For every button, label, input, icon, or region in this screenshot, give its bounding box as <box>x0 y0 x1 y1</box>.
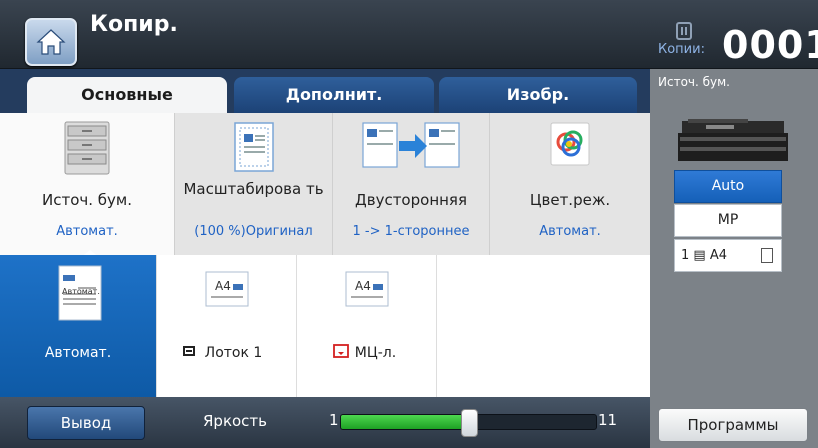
output-button[interactable]: Вывод <box>27 406 145 440</box>
option-value: Автомат. <box>539 224 601 239</box>
duplex-icon <box>362 122 460 168</box>
tray-1[interactable]: 1 ▤ A4 <box>674 239 782 272</box>
option-color-mode[interactable]: Цвет.реж. Автомат. <box>489 113 650 255</box>
option-value: 1 -> 1-стороннее <box>352 224 470 239</box>
brightness-max: 11 <box>598 411 618 429</box>
paper-size: A4 <box>215 279 231 293</box>
tray-mp[interactable]: MP <box>674 204 782 237</box>
copy-screen: Копир. Копии: 0001 Основные Дополнит. Из… <box>0 0 818 448</box>
color-wheel-icon <box>550 122 590 166</box>
panel-label: Источ. бум. <box>658 75 730 89</box>
paper-source-label: Лоток 1 <box>204 345 263 361</box>
option-paper-source[interactable]: Источ. бум. Автомат. <box>0 113 174 255</box>
option-label: Двусторонняя <box>355 191 467 209</box>
copies-count[interactable]: 0001 <box>722 23 818 67</box>
option-label: Цвет.реж. <box>529 191 611 209</box>
programs-button[interactable]: Программы <box>658 408 808 442</box>
option-scaling[interactable]: Масштабирова ть (100 %)Оригинал <box>174 113 332 255</box>
paper-size: A4 <box>355 279 371 293</box>
paper-source-panel: Источ. бум. Auto MP 1 ▤ A4 Программы <box>650 69 818 448</box>
paper-orientation-icon <box>761 248 773 263</box>
paper-source-label: Автомат. <box>44 345 112 361</box>
home-button[interactable] <box>25 18 77 66</box>
page-title: Копир. <box>90 12 178 37</box>
tray-1-label: 1 ▤ A4 <box>681 248 727 263</box>
option-value: Автомат. <box>56 224 118 239</box>
paper-source-tray1[interactable]: A4 Лоток 1 <box>156 255 296 397</box>
header-bar: Копир. Копии: 0001 <box>0 0 818 69</box>
home-icon <box>36 29 66 55</box>
brightness-slider[interactable] <box>340 409 597 437</box>
brightness-fill <box>341 415 470 429</box>
copies-counter-icon <box>676 22 692 40</box>
paper-source-mp-tray[interactable]: A4 МЦ-л. <box>296 255 436 397</box>
paper-source-auto[interactable]: Автомат. Автомат. <box>0 255 156 397</box>
tab-advanced[interactable]: Дополнит. <box>234 77 434 113</box>
option-value: (100 %)Оригинал <box>194 224 313 239</box>
brightness-min: 1 <box>329 411 339 429</box>
scale-document-icon <box>233 122 274 172</box>
tab-basic[interactable]: Основные <box>27 77 227 113</box>
option-label: Источ. бум. <box>42 191 132 209</box>
paper-tray-icon <box>64 121 110 175</box>
tab-bar: Основные Дополнит. Изобр. <box>0 69 650 113</box>
tab-image[interactable]: Изобр. <box>439 77 637 113</box>
paper-source-empty <box>436 255 650 397</box>
paper-source-label: МЦ-л. <box>354 345 397 361</box>
option-duplex[interactable]: Двусторонняя 1 -> 1-стороннее <box>332 113 489 255</box>
tray-auto[interactable]: Auto <box>674 170 782 203</box>
copies-label: Копии: <box>658 42 705 57</box>
brightness-label: Яркость <box>203 412 268 430</box>
option-label: Масштабирова ть <box>183 180 324 198</box>
document-caption: Автомат. <box>62 287 100 296</box>
bottom-bar: Вывод Яркость 1 11 <box>0 397 650 448</box>
printer-icon <box>678 119 788 161</box>
brightness-slider-handle[interactable] <box>461 409 478 437</box>
